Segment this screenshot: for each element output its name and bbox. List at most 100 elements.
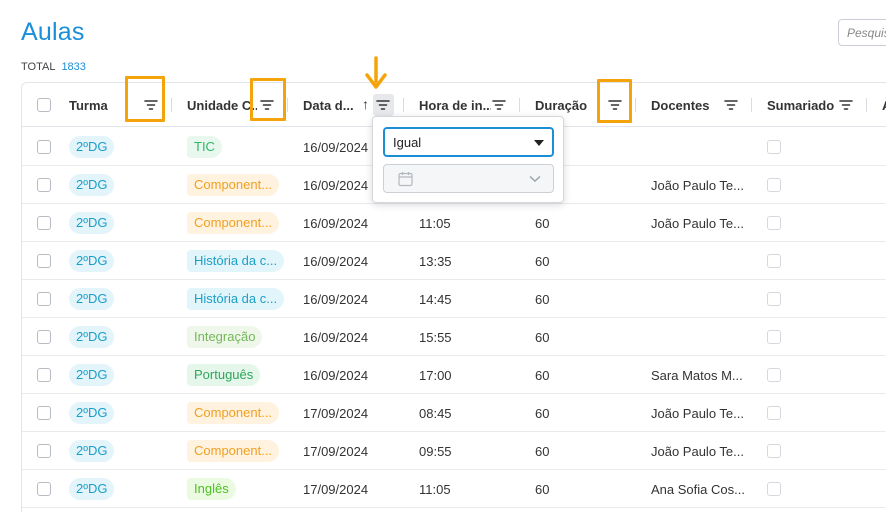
row-select-checkbox[interactable] [37,216,51,230]
cell-data: 16/09/2024 [303,215,369,231]
cell-hora: 11:05 [419,481,451,497]
filter-date-picker[interactable] [383,164,554,193]
row-select-checkbox[interactable] [37,444,51,458]
chevron-down-icon[interactable] [529,175,541,183]
cell-duracao: 60 [535,253,550,269]
table-row[interactable]: 2ºDG Component... 17/09/2024 08:45 60 João Pa… [22,394,886,432]
column-header-turma[interactable]: Turma [69,83,129,127]
cell-duracao: 60 [535,405,550,421]
cell-data: 17/09/2024 [303,481,369,497]
sumariado-checkbox[interactable] [767,330,781,344]
filter-icon[interactable] [492,98,506,112]
turma-badge: 2ºDG [69,174,115,196]
row-select-checkbox[interactable] [37,178,51,192]
sumariado-checkbox[interactable] [767,368,781,382]
column-separator[interactable] [751,98,752,112]
cell-unidade-curricular: Component... [187,394,280,432]
column-header-sumariado[interactable]: Sumariado [767,83,837,127]
uc-badge: História da c... [187,250,285,272]
uc-badge: Component... [187,212,280,234]
cell-turma: 2ºDG [69,432,115,470]
cell-turma: 2ºDG [69,318,115,356]
table-row[interactable]: 2ºDG Component... 17/09/2024 09:55 60 João Pa… [22,432,886,470]
sumariado-checkbox[interactable] [767,406,781,420]
sumariado-checkbox[interactable] [767,444,781,458]
filter-icon[interactable] [724,98,738,112]
cell-turma: 2ºDG [69,242,115,280]
sumariado-checkbox[interactable] [767,140,781,154]
cell-data: 17/09/2024 [303,405,369,421]
search-input[interactable]: Pesquisar [838,19,886,46]
cell-turma: 2ºDG [69,128,115,166]
sumariado-checkbox[interactable] [767,216,781,230]
table-row[interactable]: 2ºDG História da c... 16/09/2024 14:45 60 [22,280,886,318]
uc-badge: Inglês [187,478,236,500]
row-select-checkbox[interactable] [37,368,51,382]
cell-hora: 11:05 [419,215,451,231]
column-separator[interactable] [866,98,867,112]
cell-unidade-curricular: TIC [187,128,222,166]
row-select-checkbox[interactable] [37,254,51,268]
table-row[interactable]: 2ºDG História da c... 16/09/2024 13:35 60 [22,242,886,280]
cell-turma: 2ºDG [69,470,115,508]
table-row[interactable]: 2ºDG Inglês 17/09/2024 11:05 60 Ana Sofia Cos… [22,470,886,508]
filter-icon[interactable] [839,98,853,112]
table-row[interactable]: 2ºDG Integração 16/09/2024 15:55 60 [22,318,886,356]
sumariado-checkbox[interactable] [767,254,781,268]
column-header-data[interactable]: Data d... [303,83,361,127]
cell-hora: 15:55 [419,329,452,345]
cell-duracao: 60 [535,291,550,307]
caret-down-icon [534,140,544,146]
filter-icon[interactable] [376,98,390,112]
page-title: Aulas [21,18,85,46]
turma-badge: 2ºDG [69,478,115,500]
cell-data: 16/09/2024 [303,367,369,383]
calendar-icon[interactable] [398,171,413,187]
column-separator[interactable] [171,98,172,112]
total-count: 1833 [61,61,86,73]
column-separator[interactable] [635,98,636,112]
turma-badge: 2ºDG [69,212,115,234]
cell-docentes: Ana Sofia Cos... [651,481,745,497]
sort-asc-icon[interactable]: ↑ [362,96,369,112]
cell-unidade-curricular: Component... [187,432,280,470]
cell-data: 16/09/2024 [303,177,369,193]
column-header-docentes[interactable]: Docentes [651,83,721,127]
uc-badge: Component... [187,174,280,196]
cell-hora: 09:55 [419,443,452,459]
row-select-checkbox[interactable] [37,406,51,420]
column-separator[interactable] [519,98,520,112]
cell-docentes: João Paulo Te... [651,443,744,459]
filter-operator-select[interactable]: Igual [383,127,554,157]
row-select-checkbox[interactable] [37,292,51,306]
uc-badge: TIC [187,136,222,158]
down-arrow-icon [365,56,387,89]
filter-highlight-box [250,78,286,121]
cell-docentes: João Paulo Te... [651,405,744,421]
table-row[interactable]: 2ºDG Português 16/09/2024 17:00 60 Sara Matos… [22,356,886,394]
cell-data: 16/09/2024 [303,253,369,269]
sumariado-checkbox[interactable] [767,292,781,306]
sumariado-checkbox[interactable] [767,178,781,192]
column-header-next[interactable]: A [882,83,886,127]
cell-data: 16/09/2024 [303,139,369,155]
row-select-checkbox[interactable] [37,482,51,496]
cell-turma: 2ºDG [69,166,115,204]
cell-docentes: João Paulo Te... [651,215,744,231]
row-select-checkbox[interactable] [37,140,51,154]
column-separator[interactable] [403,98,404,112]
column-separator[interactable] [287,98,288,112]
cell-unidade-curricular: Component... [187,204,280,242]
cell-duracao: 60 [535,215,550,231]
select-all-checkbox[interactable] [37,98,51,112]
row-select-checkbox[interactable] [37,330,51,344]
sumariado-checkbox[interactable] [767,482,781,496]
total-summary: TOTAL 1833 [21,61,86,73]
filter-operator-value: Igual [393,135,422,150]
column-header-unidade-curricular[interactable]: Unidade C... [187,83,257,127]
cell-docentes: João Paulo Te... [651,177,744,193]
cell-unidade-curricular: Integração [187,318,263,356]
table-row[interactable]: 2ºDG Component... 16/09/2024 11:05 60 João Pa… [22,204,886,242]
uc-badge: Integração [187,326,263,348]
cell-data: 16/09/2024 [303,329,369,345]
